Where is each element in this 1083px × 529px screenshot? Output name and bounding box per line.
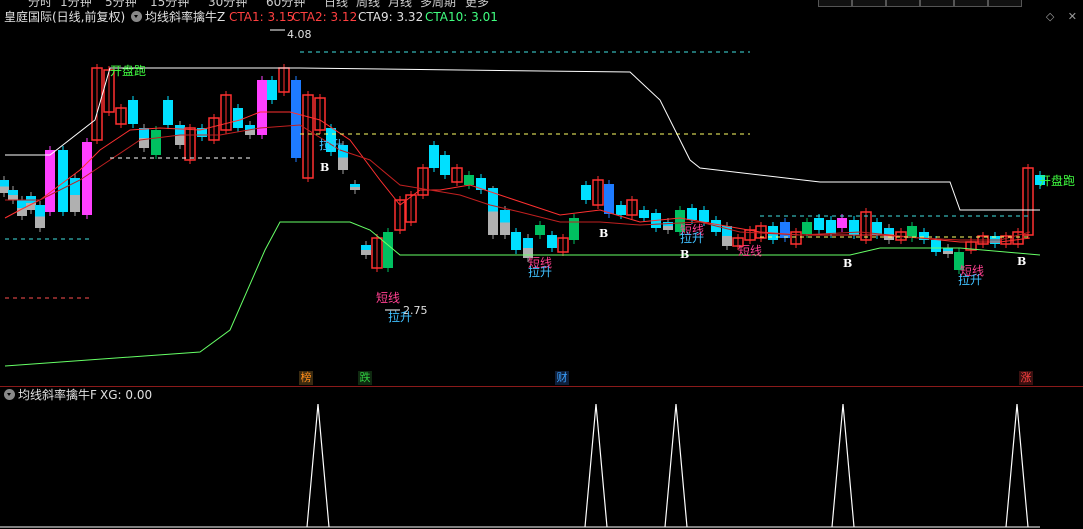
signal-sub-chart[interactable] [0,0,1083,529]
xg-signal-peak [1005,403,1029,528]
xg-signal-peak [584,403,608,528]
xg-signal-peak [664,403,688,528]
xg-signal-peak [831,403,855,528]
xg-signal-peak [306,403,330,528]
